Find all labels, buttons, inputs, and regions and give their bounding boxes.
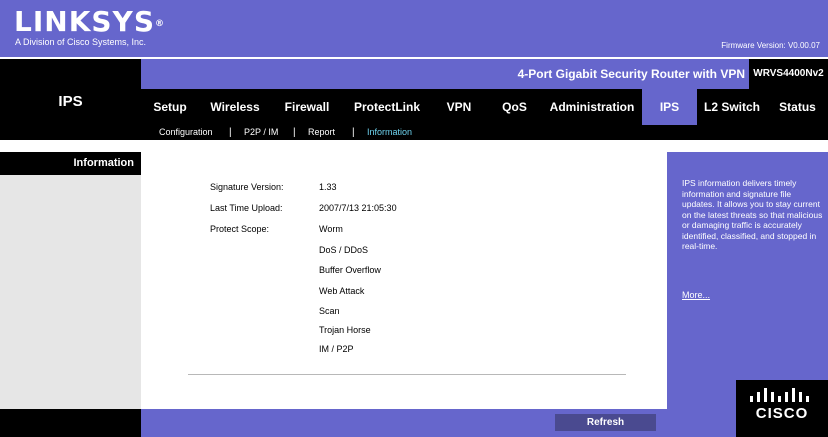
sidebar-label: Information — [0, 152, 141, 175]
firmware-version: Firmware Version: V0.00.07 — [721, 41, 820, 50]
help-text: IPS information delivers timely informat… — [682, 178, 823, 251]
subnav-divider: | — [293, 127, 296, 138]
signature-version-value: 1.33 — [319, 182, 337, 192]
subtab-p2p-im[interactable]: P2P / IM — [244, 125, 278, 140]
tab-vpn[interactable]: VPN — [431, 89, 487, 125]
footer-left — [0, 409, 141, 437]
scope-item: Web Attack — [319, 286, 365, 296]
scope-item: Buffer Overflow — [319, 265, 381, 275]
subtab-report[interactable]: Report — [308, 125, 335, 140]
subtab-information[interactable]: Information — [367, 125, 412, 140]
last-upload-value: 2007/7/13 21:05:30 — [319, 203, 397, 213]
last-upload-label: Last Time Upload: — [210, 203, 283, 213]
tab-setup[interactable]: Setup — [141, 89, 199, 125]
linksys-logo: LINKSYS® — [14, 5, 165, 38]
scope-item: Scan — [319, 306, 340, 316]
tab-l2-switch[interactable]: L2 Switch — [697, 89, 767, 125]
scope-item: Trojan Horse — [319, 325, 371, 335]
subtab-configuration[interactable]: Configuration — [159, 125, 213, 140]
tab-ips[interactable]: IPS — [642, 89, 697, 125]
tab-protectlink[interactable]: ProtectLink — [343, 89, 431, 125]
subnav-divider: | — [352, 127, 355, 138]
logo-subtitle: A Division of Cisco Systems, Inc. — [15, 37, 147, 47]
section-title: IPS — [58, 93, 83, 110]
content-rule — [188, 374, 626, 375]
tab-status[interactable]: Status — [767, 89, 828, 125]
content-divider — [0, 140, 828, 152]
subnav-divider: | — [229, 127, 232, 138]
scope-item: IM / P2P — [319, 344, 354, 354]
tab-qos[interactable]: QoS — [487, 89, 542, 125]
tab-firewall[interactable]: Firewall — [271, 89, 343, 125]
more-link[interactable]: More... — [682, 290, 710, 300]
signature-version-label: Signature Version: — [210, 182, 284, 192]
scope-item: DoS / DDoS — [319, 245, 369, 255]
cisco-bars-icon — [750, 388, 809, 402]
scope-item: Worm — [319, 224, 343, 234]
tab-wireless[interactable]: Wireless — [199, 89, 271, 125]
tab-administration[interactable]: Administration — [542, 89, 642, 125]
model-name: WRVS4400Nv2 — [749, 59, 828, 89]
refresh-button[interactable]: Refresh — [555, 414, 656, 431]
cisco-logo: CISCO — [755, 405, 809, 422]
protect-scope-label: Protect Scope: — [210, 224, 270, 234]
product-name: 4-Port Gigabit Security Router with VPN — [517, 67, 745, 81]
left-sidebar — [0, 152, 141, 409]
